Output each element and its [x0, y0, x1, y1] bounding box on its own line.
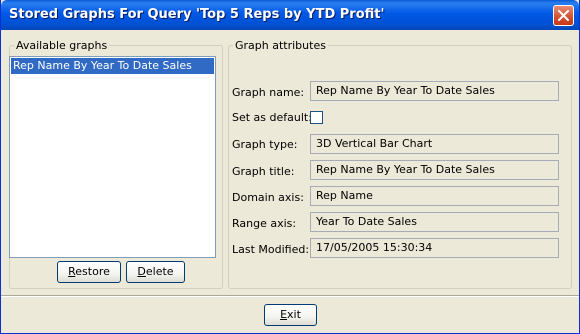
graph-title-field: Rep Name By Year To Date Sales [310, 160, 559, 180]
range-axis-field: Year To Date Sales [310, 212, 559, 232]
graph-name-field: Rep Name By Year To Date Sales [310, 81, 559, 101]
exit-button[interactable]: Exit [264, 304, 317, 326]
available-graphs-legend: Available graphs [16, 39, 108, 52]
domain-axis-label: Domain axis: [232, 191, 304, 204]
set-default-label: Set as default: [232, 111, 312, 124]
footer-separator [1, 295, 579, 297]
domain-axis-field: Rep Name [310, 186, 559, 206]
stored-graphs-dialog: Stored Graphs For Query 'Top 5 Reps by Y… [0, 0, 580, 334]
graph-name-label: Graph name: [232, 86, 305, 99]
window-title: Stored Graphs For Query 'Top 5 Reps by Y… [9, 7, 385, 22]
exit-button-label: Exit [280, 308, 301, 321]
graph-title-label: Graph title: [232, 165, 295, 178]
close-icon [558, 10, 569, 21]
graph-type-label: Graph type: [232, 138, 298, 151]
range-axis-label: Range axis: [232, 217, 297, 230]
delete-button-label: Delete [137, 265, 174, 278]
title-bar: Stored Graphs For Query 'Top 5 Reps by Y… [1, 0, 579, 30]
available-graphs-list[interactable]: Rep Name By Year To Date Sales [9, 56, 216, 258]
delete-button[interactable]: Delete [126, 261, 185, 283]
last-modified-field: 17/05/2005 15:30:34 [310, 238, 559, 258]
close-button[interactable] [553, 5, 574, 26]
set-default-checkbox[interactable] [310, 111, 323, 124]
restore-button-label: Restore [68, 265, 110, 278]
graph-type-field: 3D Vertical Bar Chart [310, 134, 559, 154]
graph-attributes-legend: Graph attributes [235, 39, 326, 52]
restore-button[interactable]: Restore [57, 261, 121, 283]
last-modified-label: Last Modified: [232, 243, 310, 256]
list-item[interactable]: Rep Name By Year To Date Sales [11, 58, 214, 74]
